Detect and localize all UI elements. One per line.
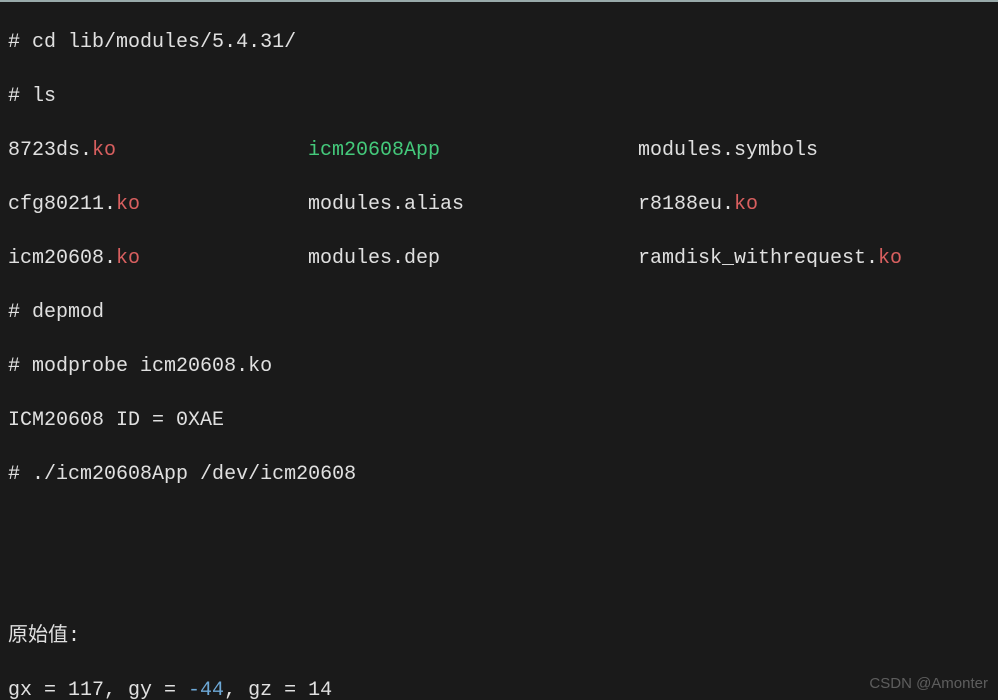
file-name: modules.symbols xyxy=(638,139,818,162)
file-ext: ko xyxy=(116,247,140,270)
id-line: ICM20608 ID = 0XAE xyxy=(8,407,990,434)
ls-row: icm20608.komodules.depramdisk_withreques… xyxy=(8,245,990,272)
file-name: cfg80211. xyxy=(8,193,116,216)
cmd-text: depmod xyxy=(32,301,104,324)
file-name: 8723ds. xyxy=(8,139,92,162)
raw-gyro: gx = 117, gy = -44, gz = 14 xyxy=(8,677,990,700)
cmd-text: modprobe icm20608.ko xyxy=(32,355,272,378)
label: 原始值: xyxy=(8,625,80,648)
prompt: # xyxy=(8,85,20,108)
val-gz: 14 xyxy=(308,679,332,700)
cmd-text: cd lib/modules/5.4.31/ xyxy=(32,31,296,54)
prompt: # xyxy=(8,355,20,378)
prompt: # xyxy=(8,301,20,324)
id-text: ICM20608 ID = 0XAE xyxy=(8,409,224,432)
cmd-text: ./icm20608App /dev/icm20608 xyxy=(32,463,356,486)
cmd-modprobe: # modprobe icm20608.ko xyxy=(8,353,990,380)
file-name: r8188eu. xyxy=(638,193,734,216)
file-name: icm20608App xyxy=(308,139,440,162)
ls-row: 8723ds.ko icm20608App modules.symbols xyxy=(8,137,990,164)
cmd-ls: # ls xyxy=(8,83,990,110)
cmd-cd: # cd lib/modules/5.4.31/ xyxy=(8,29,990,56)
cmd-runapp: # ./icm20608App /dev/icm20608 xyxy=(8,461,990,488)
cmd-text: ls xyxy=(32,85,56,108)
file-ext: ko xyxy=(92,139,116,162)
ls-row: cfg80211.komodules.aliasr8188eu.ko xyxy=(8,191,990,218)
prompt: # xyxy=(8,463,20,486)
file-name: ramdisk_withrequest. xyxy=(638,247,878,270)
file-ext: ko xyxy=(734,193,758,216)
blank-line xyxy=(8,515,990,542)
file-ext: ko xyxy=(116,193,140,216)
file-ext: ko xyxy=(878,247,902,270)
val-gx: 117 xyxy=(68,679,104,700)
val-gy: -44 xyxy=(188,679,224,700)
file-name: modules.alias xyxy=(308,193,464,216)
watermark: CSDN @Amonter xyxy=(869,674,988,694)
file-name: icm20608. xyxy=(8,247,116,270)
blank-line xyxy=(8,569,990,596)
terminal-output[interactable]: # cd lib/modules/5.4.31/ # ls 8723ds.koi… xyxy=(0,2,998,700)
prompt: # xyxy=(8,31,20,54)
file-name: modules.dep xyxy=(308,247,440,270)
raw-label: 原始值: xyxy=(8,623,990,650)
cmd-depmod: # depmod xyxy=(8,299,990,326)
